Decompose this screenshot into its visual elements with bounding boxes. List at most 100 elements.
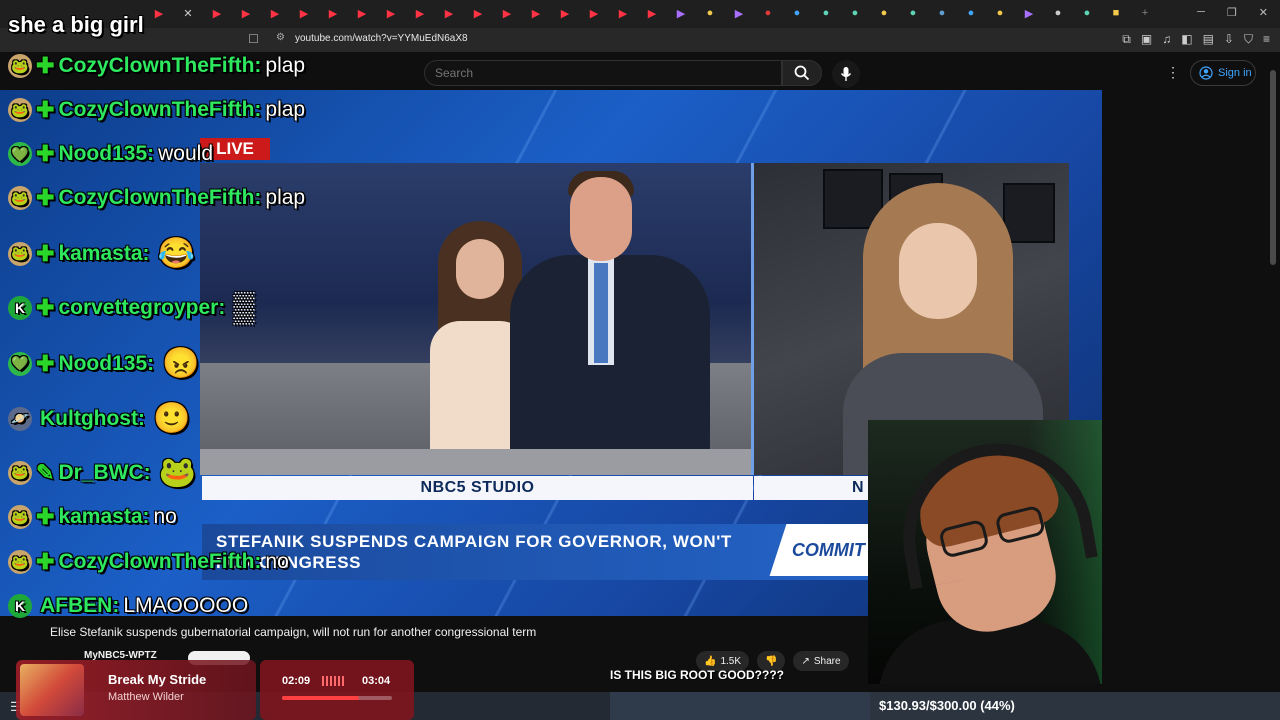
chat-badge-icon: ✚ (36, 97, 55, 122)
song-progress-bar (282, 696, 392, 700)
now-playing-title: Break My Stride (108, 672, 207, 687)
chat-username: Kultghost: (40, 406, 145, 430)
chat-message: 💚 ✚ Nood135: 😠 (8, 346, 199, 381)
total-time: 03:04 (362, 675, 391, 687)
generic-tab-icon[interactable]: ● (1078, 6, 1096, 20)
chat-message-text: would (158, 142, 213, 165)
generic-tab-icon[interactable]: ● (701, 6, 719, 20)
generic-tab-icon[interactable]: ● (933, 6, 951, 20)
streamer-webcam (868, 420, 1102, 684)
chat-message: 💚 ✚ Nood135: would (8, 142, 217, 166)
now-playing-timer (260, 660, 414, 720)
chat-badge-icon: ✚ (36, 350, 55, 376)
chat-username: kamasta: (58, 505, 150, 528)
like-count: 1.5K (720, 655, 742, 667)
chat-emote-icon: 😂 (157, 237, 195, 270)
generic-tab-icon[interactable]: ● (817, 6, 835, 20)
commit-text: COMMIT (792, 539, 865, 560)
youtube-tab-icon[interactable]: ▶ (614, 6, 632, 20)
chat-avatar-icon: 🪐 (8, 406, 32, 431)
twitch-tab-icon[interactable]: ▶ (672, 6, 690, 20)
taskbar-active-app[interactable] (610, 692, 870, 720)
now-playing-artist: Matthew Wilder (108, 691, 184, 703)
chat-username: CozyClownTheFifth: (58, 550, 262, 573)
more-options-icon[interactable]: ⋮ (1166, 64, 1180, 81)
chat-username: Dr_BWC: (58, 460, 151, 484)
chat-message-text: no (153, 505, 177, 528)
chat-message: 🐸 ✚ CozyClownTheFifth: plap (8, 54, 309, 78)
sidebar-icon[interactable]: ◧ (1181, 32, 1192, 47)
thumbs-up-icon: 👍 (704, 655, 717, 667)
chat-badge-icon: ✎ (36, 459, 55, 485)
maximize-icon[interactable]: ❐ (1227, 6, 1237, 19)
share-label: Share (813, 655, 841, 667)
twitch-tab-icon[interactable]: ▶ (730, 6, 748, 20)
extension-icon[interactable]: ▣ (1141, 32, 1152, 47)
chat-message: 🐸 ✚ CozyClownTheFifth: plap (8, 186, 309, 210)
youtube-tab-icon[interactable]: ▶ (556, 6, 574, 20)
chat-avatar-icon: 🐸 (8, 98, 32, 122)
page-scrollbar[interactable] (1268, 62, 1278, 692)
donation-goal-text: $130.93/$300.00 (44%) (879, 698, 1015, 713)
twitch-tab-icon[interactable]: ▶ (1020, 6, 1038, 20)
generic-tab-icon[interactable]: ● (846, 6, 864, 20)
chat-username: corvettegroyper: (58, 296, 226, 319)
generic-tab-icon[interactable]: ● (962, 6, 980, 20)
sign-in-button[interactable]: Sign in (1190, 60, 1256, 86)
equalizer-icon (322, 676, 344, 686)
page-right-area (1102, 90, 1280, 690)
chat-badge-icon: ✚ (36, 53, 55, 78)
chat-message: 🐸 ✚ CozyClownTheFifth: plap (8, 98, 309, 122)
song-progress-fill (282, 696, 360, 700)
generic-tab-icon[interactable]: ● (788, 6, 806, 20)
generic-tab-icon[interactable]: ● (1049, 6, 1067, 20)
chat-avatar-icon: 🐸 (8, 505, 32, 529)
search-input[interactable] (435, 66, 755, 80)
chat-username: Nood135: (58, 351, 155, 375)
close-window-icon[interactable]: ✕ (1259, 6, 1268, 19)
chat-message: 🐸 ✚ CozyClownTheFifth: no (8, 550, 293, 574)
chat-message: 🐸 ✚ kamasta: 😂 (8, 236, 195, 271)
chat-emote-icon: ▒ (233, 291, 255, 324)
chat-emote-icon: 😠 (162, 347, 200, 380)
chat-badge-icon: ✚ (36, 549, 55, 574)
extension-icon[interactable]: ▤ (1203, 32, 1214, 47)
shield-icon[interactable]: ⛉ (1244, 32, 1253, 47)
chat-avatar-icon: 💚 (8, 351, 32, 376)
chat-message: 🪐 Kultghost: 🙂 (8, 401, 190, 436)
generic-tab-icon[interactable]: ● (904, 6, 922, 20)
generic-tab-icon[interactable]: ● (759, 6, 777, 20)
microphone-icon (840, 67, 852, 81)
scrollbar-thumb[interactable] (1270, 70, 1276, 265)
extension-icon[interactable]: ⧉ (1122, 32, 1131, 47)
reporter-face (899, 223, 977, 319)
media-icon[interactable]: ♫ (1162, 32, 1171, 47)
search-button[interactable] (782, 60, 822, 86)
generic-tab-icon[interactable]: ■ (1107, 6, 1125, 20)
share-button[interactable]: ↗ Share (793, 651, 849, 671)
youtube-tab-icon[interactable]: ▶ (585, 6, 603, 20)
youtube-tab-icon[interactable]: ▶ (498, 6, 516, 20)
menu-icon[interactable]: ≡ (1263, 32, 1270, 47)
generic-tab-icon[interactable]: ● (991, 6, 1009, 20)
youtube-tab-icon[interactable]: ▶ (527, 6, 545, 20)
voice-search-button[interactable] (832, 60, 860, 88)
chat-username: AFBEN: (40, 594, 120, 617)
new-tab-icon[interactable]: + (1136, 6, 1154, 20)
youtube-tab-icon[interactable]: ▶ (643, 6, 661, 20)
minimize-icon[interactable]: ─ (1197, 6, 1205, 19)
screen: ▶ ✕ ▶ ▶ ▶ ▶ ▶ ▶ ▶ ▶ ▶ ▶ ▶ ▶ ▶ ▶ ▶ ▶ ▶ ● … (0, 0, 1280, 720)
chat-avatar-icon: 🐸 (8, 241, 32, 266)
search-box (424, 60, 782, 86)
youtube-tab-icon[interactable]: ▶ (440, 6, 458, 20)
downloads-icon[interactable]: ⇩ (1224, 32, 1234, 47)
chat-emote-icon: 🐸 (158, 456, 196, 489)
chat-badge-icon: ✚ (36, 185, 55, 210)
chat-username: CozyClownTheFifth: (58, 98, 262, 121)
chat-overlay: 🐸 ✚ CozyClownTheFifth: plap 🐸 ✚ CozyClownTheFi… (0, 0, 420, 630)
elapsed-time: 02:09 (282, 675, 311, 687)
generic-tab-icon[interactable]: ● (875, 6, 893, 20)
chat-avatar-icon: K (8, 296, 32, 320)
youtube-tab-icon[interactable]: ▶ (469, 6, 487, 20)
chat-message-text: plap (265, 186, 306, 209)
